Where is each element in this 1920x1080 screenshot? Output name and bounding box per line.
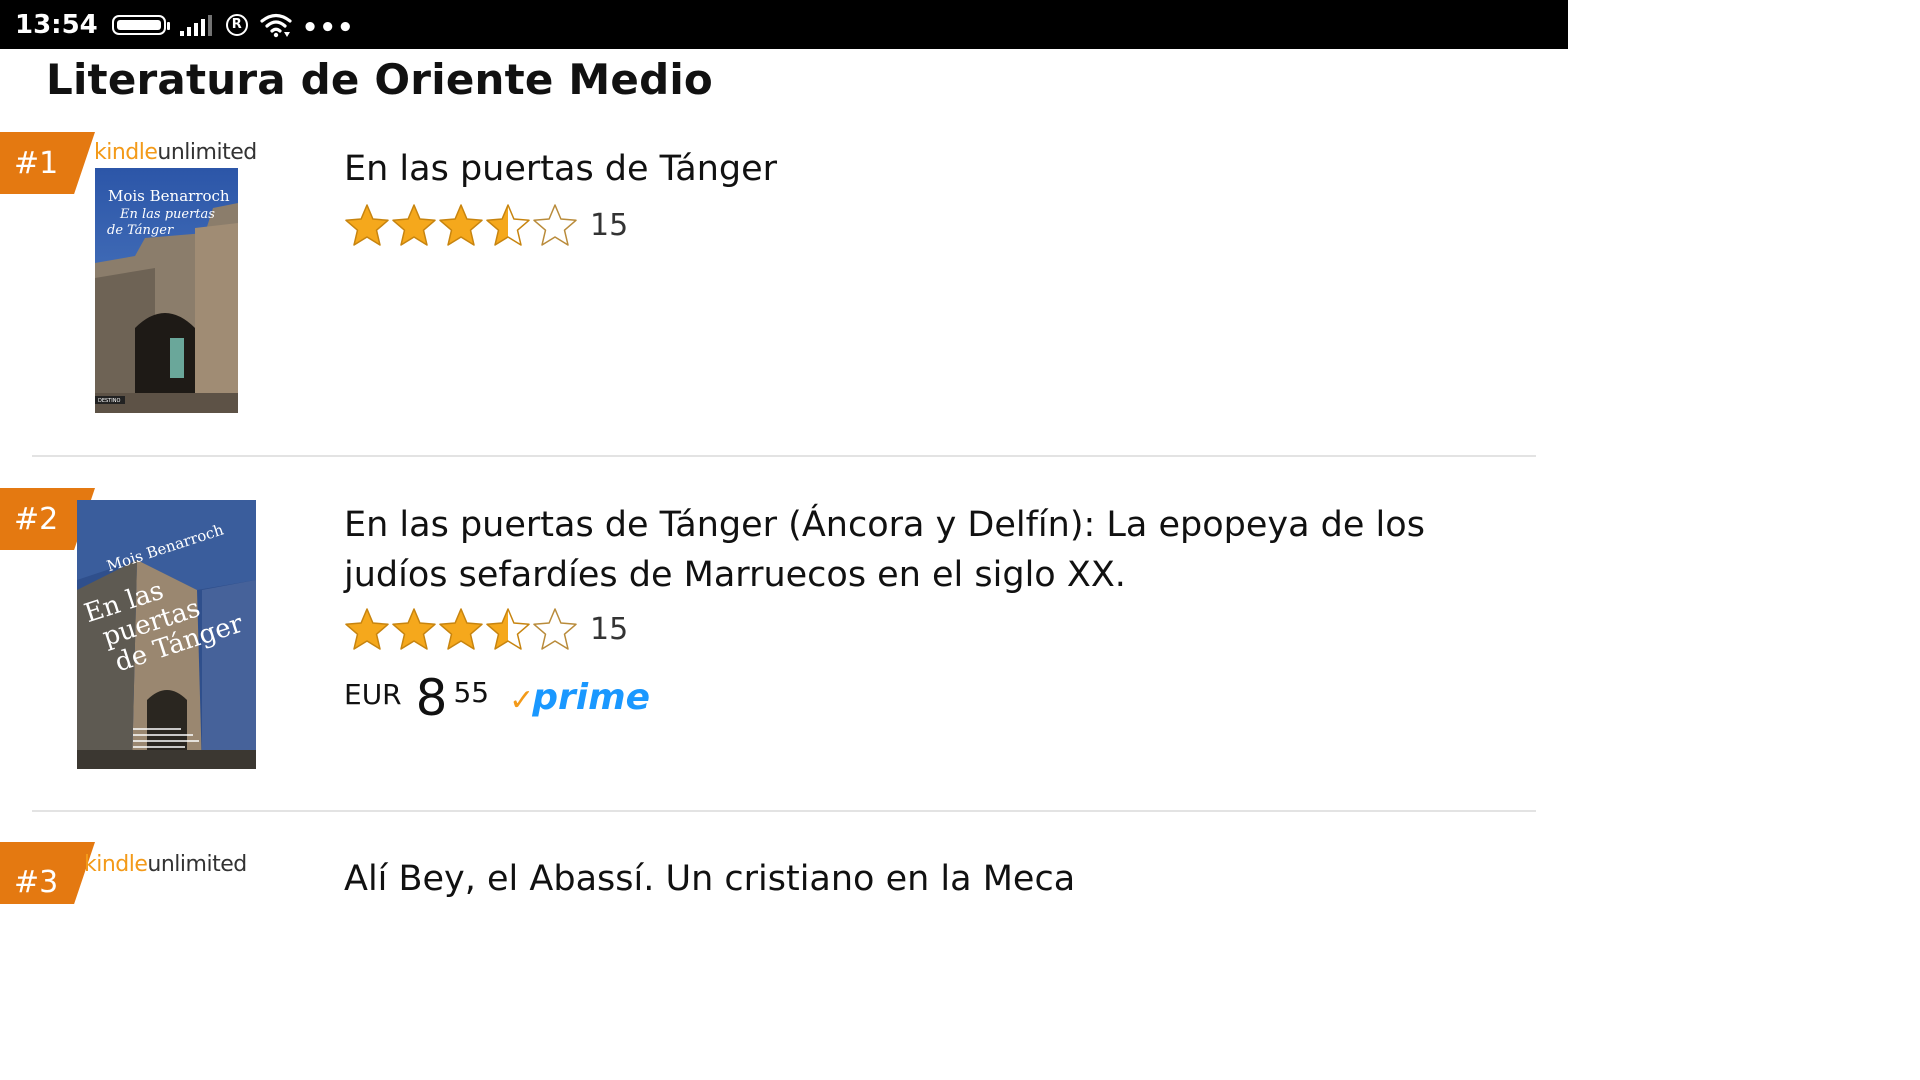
star-rating[interactable]: 15 (344, 606, 628, 652)
battery-icon (111, 14, 170, 35)
price: EUR 8 55 ✓ prime (344, 670, 650, 726)
cover-author: Mois Benarroch (108, 187, 230, 205)
list-item[interactable]: #3 kindleunlimited Alí Bey, el Abassí. U… (0, 842, 1568, 904)
status-time: 13:54 (15, 9, 98, 40)
star-full-icon (392, 204, 436, 246)
list-item[interactable]: #1 kindleunlimited DESTINO Mois Benarroc… (0, 130, 1568, 455)
rank-badge: #1 (0, 132, 95, 194)
kindle-unlimited-logo: kindleunlimited (84, 852, 247, 877)
prime-check-icon: ✓ (509, 683, 535, 718)
book-cover[interactable]: Mois Benarroch En las puertas de Tánger (77, 500, 256, 769)
divider (32, 810, 1536, 812)
registered-icon: R (225, 13, 248, 36)
book-title[interactable]: Alí Bey, el Abassí. Un cristiano en la M… (344, 854, 1514, 904)
star-empty-icon (533, 608, 577, 650)
price-currency: EUR (344, 678, 402, 711)
book-cover[interactable]: DESTINO Mois Benarroch En las puertas de… (95, 168, 238, 413)
status-bar: 13:54 R ••• (0, 0, 1568, 49)
prime-badge: ✓ prime (509, 680, 650, 716)
star-rating[interactable]: 15 (344, 202, 628, 248)
rating-count: 15 (590, 611, 629, 647)
prime-label: prime (532, 677, 651, 718)
more-icon: ••• (301, 12, 355, 43)
star-full-icon (439, 204, 483, 246)
stars (344, 202, 578, 248)
cover-title-line1: En las puertas (119, 207, 215, 222)
wifi-icon (260, 13, 292, 37)
cover-title-line2: de Tánger (107, 223, 174, 238)
price-whole: 8 (415, 669, 448, 727)
rating-count: 15 (590, 207, 629, 243)
book-title[interactable]: En las puertas de Tánger (344, 144, 1514, 194)
star-half-icon (486, 608, 530, 650)
list-item[interactable]: #2 Mois Benarroch En las puertas de Táng… (0, 486, 1568, 811)
kindle-unlimited-logo: kindleunlimited (94, 140, 257, 165)
page-title: Literatura de Oriente Medio (46, 55, 713, 104)
signal-icon (179, 14, 212, 36)
star-full-icon (439, 608, 483, 650)
price-fraction: 55 (453, 676, 490, 709)
rank-badge: #3 (0, 842, 95, 904)
stars (344, 606, 578, 652)
star-full-icon (345, 204, 389, 246)
divider (32, 455, 1536, 457)
book-cover-art: DESTINO Mois Benarroch En las puertas de… (95, 168, 238, 413)
star-full-icon (392, 608, 436, 650)
star-empty-icon (533, 204, 577, 246)
star-full-icon (345, 608, 389, 650)
book-title[interactable]: En las puertas de Tánger (Áncora y Delfí… (344, 500, 1514, 600)
cover-publisher: DESTINO (98, 398, 120, 404)
book-cover-art: Mois Benarroch En las puertas de Tánger (77, 500, 256, 769)
star-half-icon (486, 204, 530, 246)
